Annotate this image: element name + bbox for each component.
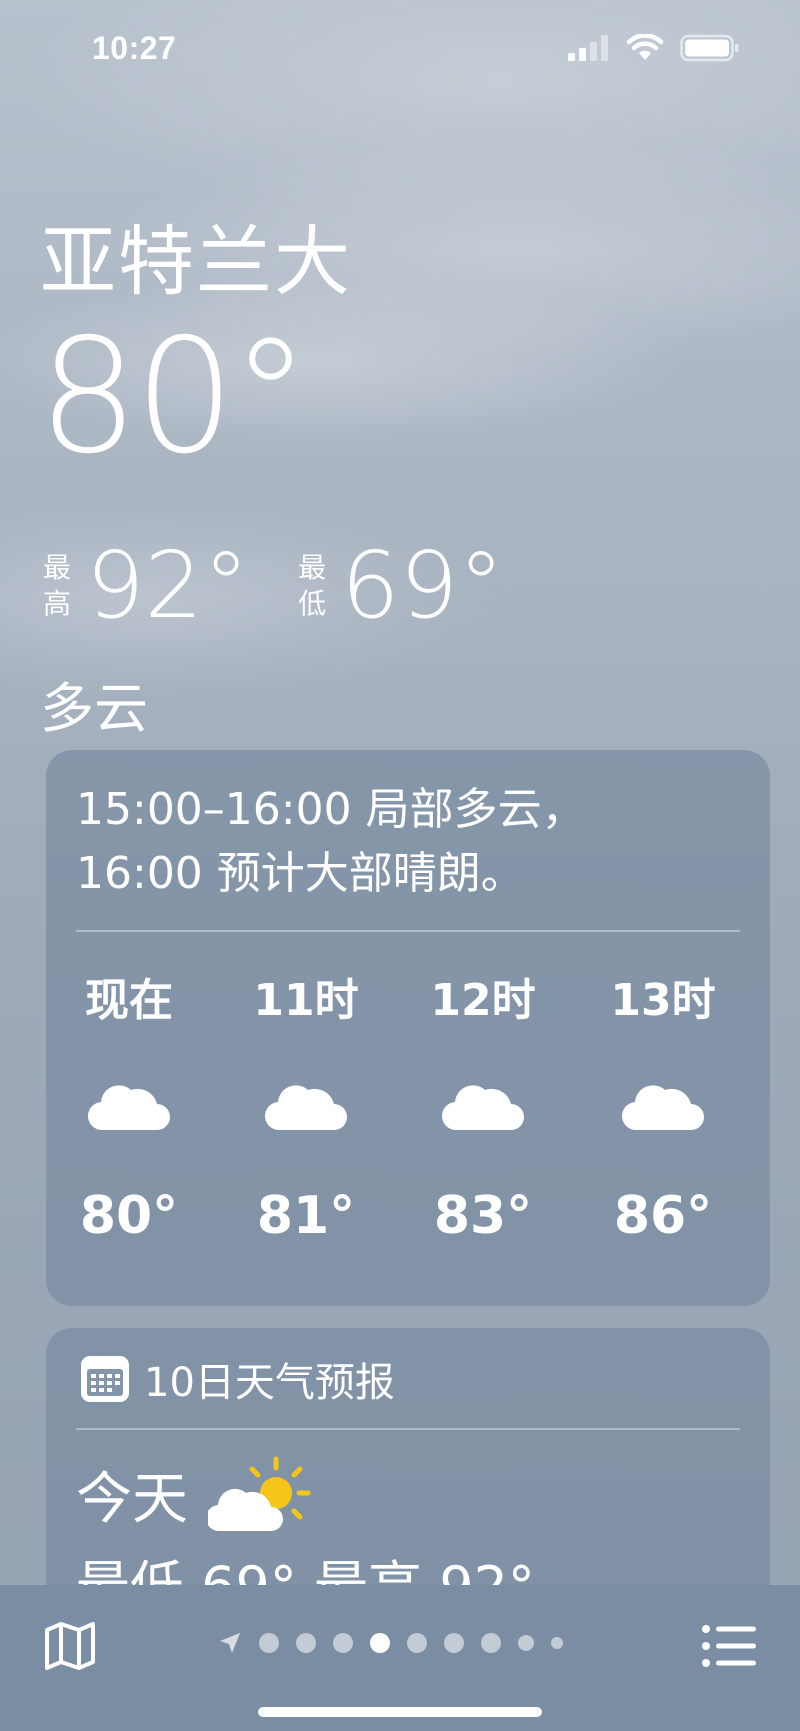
home-indicator[interactable]: [258, 1707, 542, 1717]
page-dot-active[interactable]: [370, 1633, 390, 1653]
page-dot[interactable]: [551, 1637, 563, 1649]
wifi-icon: [626, 34, 664, 60]
signal-icon: [568, 35, 608, 61]
high-low-temperatures: 最 高 92° 最 低 69°: [40, 540, 550, 632]
cloud-icon: [441, 1085, 524, 1131]
forecast-title: 10日天气预报: [144, 1360, 395, 1406]
forecast-row-today[interactable]: 今天: [76, 1454, 312, 1535]
low-label: 最 低: [298, 551, 327, 620]
city-name: 亚特兰大: [40, 217, 352, 306]
high-temperature: 92°: [86, 532, 250, 639]
divider: [76, 1428, 740, 1430]
page-dot[interactable]: [444, 1633, 464, 1653]
bottom-toolbar: [0, 1585, 800, 1731]
hour-temperature: 81°: [256, 1186, 356, 1246]
status-time: 10:27: [92, 30, 177, 66]
hour-temperature: 80°: [79, 1186, 179, 1246]
hour-label: 11时: [253, 975, 359, 1026]
cloud-icon: [621, 1085, 704, 1131]
hour-item-12: 12时 83°: [403, 946, 563, 1286]
battery-icon: [680, 34, 739, 62]
hour-item-now: 现在 80°: [49, 946, 209, 1286]
day-label: 今天: [76, 1467, 188, 1532]
location-arrow-icon[interactable]: [218, 1631, 242, 1655]
high-label: 最 高: [42, 551, 71, 620]
hourly-list[interactable]: 现在 80° 11时 81° 12时 83° 13时 86°: [46, 946, 770, 1286]
hour-temperature: 83°: [433, 1186, 533, 1246]
hour-temperature: 86°: [613, 1186, 713, 1246]
page-dot[interactable]: [296, 1633, 316, 1653]
cloud-icon: [87, 1085, 170, 1131]
page-dot[interactable]: [481, 1633, 501, 1653]
hour-item-11: 11时 81°: [226, 946, 386, 1286]
current-temperature: 80°: [38, 305, 310, 489]
page-indicator[interactable]: [218, 1631, 563, 1655]
weather-condition: 多云: [40, 677, 148, 740]
low-temperature: 69°: [341, 532, 505, 639]
hourly-summary: 15:00–16:00 局部多云， 16:00 预计大部晴朗。: [76, 784, 586, 899]
hour-item-13: 13时 86°: [583, 946, 743, 1286]
forecast-header: 10日天气预报: [80, 1350, 395, 1408]
status-bar: 10:27: [0, 0, 800, 100]
map-icon[interactable]: [44, 1621, 96, 1671]
page-dot[interactable]: [518, 1635, 534, 1651]
status-icons: [568, 34, 740, 62]
page-dot[interactable]: [259, 1633, 279, 1653]
page-dot[interactable]: [333, 1633, 353, 1653]
hour-label: 现在: [85, 975, 173, 1026]
list-icon[interactable]: [702, 1625, 756, 1667]
hourly-forecast-card[interactable]: 15:00–16:00 局部多云， 16:00 预计大部晴朗。 现在 80° 1…: [46, 750, 770, 1306]
divider: [76, 930, 740, 932]
hour-label: 13时: [610, 975, 716, 1026]
calendar-icon: [81, 1356, 129, 1402]
page-dot[interactable]: [407, 1633, 427, 1653]
hour-label: 12时: [430, 975, 536, 1026]
cloud-icon: [264, 1085, 347, 1131]
partly-sunny-icon: [208, 1456, 311, 1531]
